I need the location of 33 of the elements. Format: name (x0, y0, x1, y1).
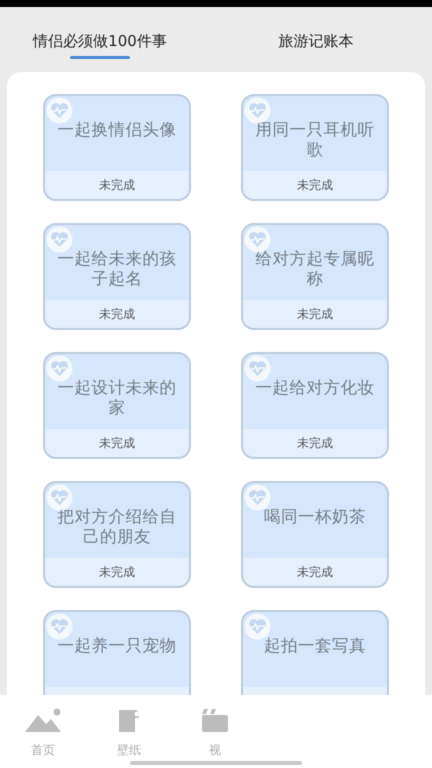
task-title: 起拍一套写真 (264, 636, 366, 656)
status-label: 未完成 (45, 300, 189, 328)
task-card[interactable]: 一起养一只宠物 (43, 610, 191, 695)
film-icon (200, 707, 230, 733)
status-label: 未完成 (243, 558, 387, 586)
task-card[interactable]: 一起给对方化妆 未完成 (241, 352, 389, 459)
paper-icon (116, 707, 142, 733)
task-card[interactable]: 喝同一杯奶茶 未完成 (241, 481, 389, 588)
task-title: 给对方起专属昵称 (254, 249, 376, 289)
tab[interactable]: 情侣必须做100件事 (33, 29, 167, 65)
status-label: 未完成 (45, 429, 189, 457)
task-card[interactable]: 给对方起专属昵称 未完成 (241, 223, 389, 330)
status-label: 未完成 (243, 429, 387, 457)
task-title: 一起换情侣头像 (58, 120, 176, 140)
task-card[interactable]: 一起换情侣头像 未完成 (43, 94, 191, 201)
status-label: 未完成 (243, 300, 387, 328)
task-title: 一起设计未来的家 (56, 378, 178, 418)
tab[interactable]: 旅游记账本 (278, 29, 354, 65)
task-card[interactable]: 一起给未来的孩子起名 未完成 (43, 223, 191, 330)
task-title: 一起给未来的孩子起名 (56, 249, 178, 289)
task-title: 一起养一只宠物 (58, 636, 176, 656)
task-card[interactable]: 用同一只耳机听歌 未完成 (241, 94, 389, 201)
status-label: 未完成 (45, 558, 189, 586)
task-card[interactable]: 起拍一套写真 (241, 610, 389, 695)
status-label: 未完成 (45, 171, 189, 199)
task-title: 一起给对方化妆 (256, 378, 374, 398)
task-title: 用同一只耳机听歌 (254, 120, 376, 160)
mountain-icon (24, 707, 62, 733)
task-title: 喝同一杯奶茶 (264, 507, 366, 527)
task-card[interactable]: 一起设计未来的家 未完成 (43, 352, 191, 459)
status-label: 未完成 (243, 171, 387, 199)
task-card[interactable]: 把对方介绍给自己的朋友 未完成 (43, 481, 191, 588)
task-title: 把对方介绍给自己的朋友 (56, 507, 178, 547)
